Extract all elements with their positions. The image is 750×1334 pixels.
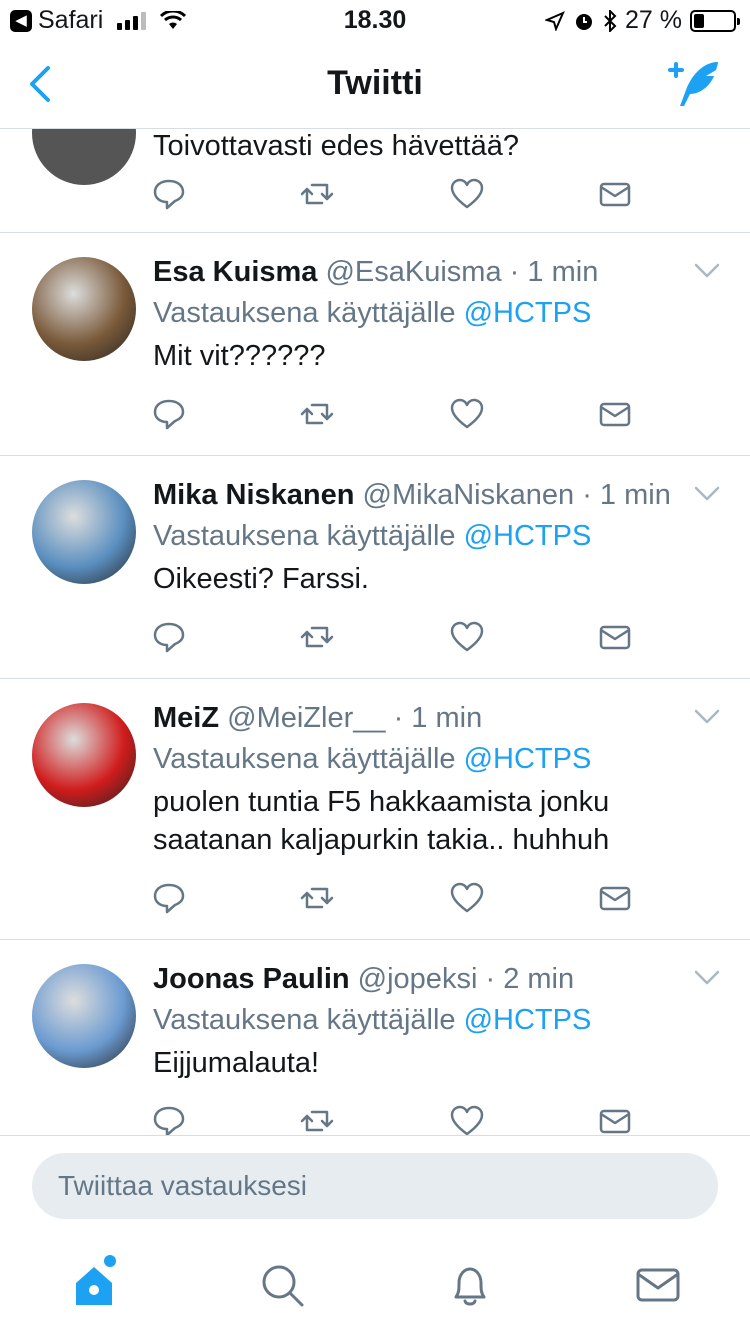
- direct-message-icon[interactable]: [598, 177, 632, 211]
- direct-message-icon[interactable]: [598, 397, 632, 431]
- like-heart-icon[interactable]: [450, 620, 484, 654]
- tweet[interactable]: Joonas Paulin @jopeksi · 2 min Vastaukse…: [0, 940, 750, 1136]
- battery-percent: 27 %: [625, 6, 682, 34]
- tweet-text: Toivottavasti edes hävettää?: [153, 130, 519, 162]
- tweet[interactable]: Mika Niskanen @MikaNiskanen · 1 min Vast…: [0, 456, 750, 679]
- reply-prefix: Vastauksena käyttäjälle: [153, 743, 456, 775]
- tweet-header: Joonas Paulin @jopeksi · 2 min: [153, 960, 710, 998]
- home-icon[interactable]: [70, 1261, 118, 1309]
- reply-mention-link[interactable]: @HCTPS: [464, 297, 592, 329]
- retweet-icon[interactable]: [300, 620, 334, 654]
- reply-icon[interactable]: [152, 620, 186, 654]
- avatar[interactable]: [32, 480, 136, 584]
- separator-dot: ·: [485, 963, 496, 995]
- chevron-down-icon[interactable]: [694, 486, 720, 502]
- navigation-bar: Twiitti: [0, 40, 750, 129]
- tab-bar: [0, 1245, 750, 1334]
- separator-dot: ·: [509, 256, 520, 288]
- avatar[interactable]: [32, 257, 136, 361]
- tweet-time: 2 min: [503, 963, 575, 995]
- reply-icon[interactable]: [152, 1104, 186, 1136]
- notifications-bell-icon[interactable]: [446, 1261, 494, 1309]
- reply-prefix: Vastauksena käyttäjälle: [153, 297, 456, 329]
- avatar[interactable]: [32, 703, 136, 807]
- battery-icon: [690, 9, 740, 32]
- author-handle[interactable]: @MikaNiskanen: [363, 479, 575, 511]
- tweet[interactable]: MeiZ @MeiZler__ · 1 min Vastauksena käyt…: [0, 679, 750, 940]
- reply-input[interactable]: Twiittaa vastauksesi: [32, 1153, 718, 1219]
- reply-context: Vastauksena käyttäjälle @HCTPS: [153, 516, 710, 556]
- like-heart-icon[interactable]: [450, 177, 484, 211]
- reply-mention-link[interactable]: @HCTPS: [464, 520, 592, 552]
- reply-prefix: Vastauksena käyttäjälle: [153, 1004, 456, 1036]
- tweet-actions: [0, 598, 750, 678]
- reply-context: Vastauksena käyttäjälle @HCTPS: [153, 293, 710, 333]
- author-handle[interactable]: @jopeksi: [358, 963, 478, 995]
- new-tweets-badge: [104, 1255, 116, 1267]
- chevron-down-icon[interactable]: [694, 709, 720, 725]
- reply-icon[interactable]: [152, 881, 186, 915]
- search-icon[interactable]: [258, 1261, 306, 1309]
- reply-mention-link[interactable]: @HCTPS: [464, 1004, 592, 1036]
- reply-icon[interactable]: [152, 177, 186, 211]
- separator-dot: ·: [582, 479, 592, 511]
- reply-icon[interactable]: [152, 397, 186, 431]
- tweet-time: 1 min: [411, 702, 483, 734]
- author-name[interactable]: Mika Niskanen: [153, 479, 354, 511]
- tweet-header: Mika Niskanen @MikaNiskanen · 1 min: [153, 476, 710, 514]
- retweet-icon[interactable]: [300, 881, 334, 915]
- status-bar: ◀ Safari 18.30 27 %: [0, 0, 750, 40]
- retweet-icon[interactable]: [300, 177, 334, 211]
- reply-mention-link[interactable]: @HCTPS: [464, 743, 592, 775]
- like-heart-icon[interactable]: [450, 397, 484, 431]
- status-right: 27 %: [545, 6, 740, 35]
- tweet-header: Esa Kuisma @EsaKuisma · 1 min: [153, 253, 710, 291]
- direct-message-icon[interactable]: [598, 620, 632, 654]
- tweet-actions: [0, 375, 750, 455]
- author-handle[interactable]: @EsaKuisma: [325, 256, 501, 288]
- chevron-down-icon[interactable]: [694, 970, 720, 986]
- tweet-text: Eijjumalauta!: [153, 1047, 320, 1079]
- compose-tweet-icon[interactable]: [666, 58, 724, 110]
- messages-icon[interactable]: [634, 1261, 682, 1309]
- author-name[interactable]: Joonas Paulin: [153, 963, 350, 995]
- tweet-header: MeiZ @MeiZler__ · 1 min: [153, 699, 710, 737]
- separator-dot: ·: [393, 702, 404, 734]
- tweet-time: 1 min: [599, 479, 671, 511]
- reply-prefix: Vastauksena käyttäjälle: [153, 520, 456, 552]
- like-heart-icon[interactable]: [450, 1104, 484, 1136]
- tweet[interactable]: Esa Kuisma @EsaKuisma · 1 min Vastauksen…: [0, 233, 750, 456]
- reply-context: Vastauksena käyttäjälle @HCTPS: [153, 1000, 710, 1040]
- alarm-icon: [576, 13, 593, 30]
- tweet-time: 1 min: [527, 256, 599, 288]
- like-heart-icon[interactable]: [450, 881, 484, 915]
- retweet-icon[interactable]: [300, 1104, 334, 1136]
- tweet-text: puolen tuntia F5 hakkaamista jonku saata…: [153, 786, 610, 856]
- direct-message-icon[interactable]: [598, 1104, 632, 1136]
- author-name[interactable]: MeiZ: [153, 702, 219, 734]
- tweet-actions: [0, 859, 750, 939]
- avatar[interactable]: [32, 964, 136, 1068]
- tweet-actions: [0, 1082, 750, 1136]
- tweet-actions: [0, 177, 750, 217]
- location-arrow-icon: [545, 10, 565, 31]
- retweet-icon[interactable]: [300, 397, 334, 431]
- chevron-down-icon[interactable]: [694, 263, 720, 279]
- bluetooth-icon: [604, 9, 617, 32]
- author-handle[interactable]: @MeiZler__: [227, 702, 385, 734]
- tweet-partial[interactable]: Toivottavasti edes hävettää?: [0, 129, 750, 233]
- tweet-text: Mit vit??????: [153, 340, 326, 372]
- reply-feed[interactable]: Toivottavasti edes hävettää? Esa Kuisma …: [0, 129, 750, 1136]
- page-title: Twiitti: [327, 64, 423, 102]
- direct-message-icon[interactable]: [598, 881, 632, 915]
- author-name[interactable]: Esa Kuisma: [153, 256, 317, 288]
- reply-context: Vastauksena käyttäjälle @HCTPS: [153, 739, 710, 779]
- tweet-text: Oikeesti? Farssi.: [153, 563, 369, 595]
